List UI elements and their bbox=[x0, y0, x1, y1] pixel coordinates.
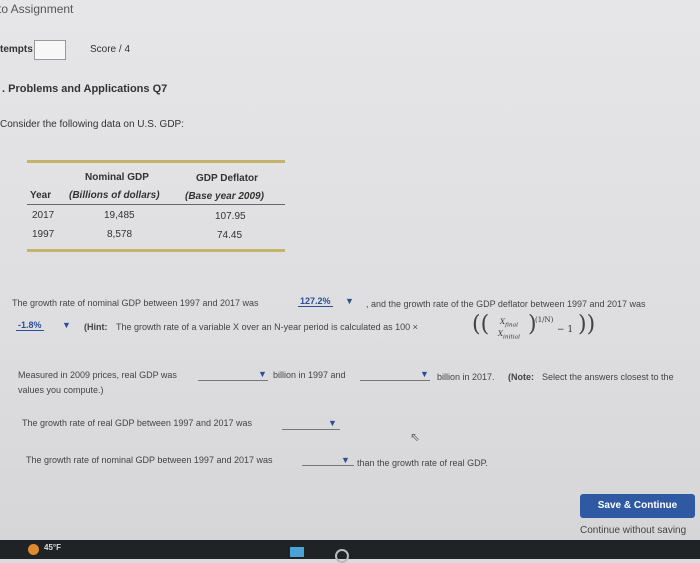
table-cell-year: 1997 bbox=[32, 229, 55, 240]
q3-text: The growth rate of real GDP between 1997… bbox=[22, 418, 252, 428]
assignment-page: to Assignment tempts Score / 4 . Problem… bbox=[0, 0, 700, 540]
mouse-cursor-icon: ⇖ bbox=[410, 430, 421, 444]
table-cell-deflator: 74.45 bbox=[217, 230, 243, 241]
chevron-down-icon[interactable]: ▼ bbox=[62, 320, 71, 330]
temperature-label: 45°F bbox=[44, 543, 61, 552]
real-gdp-2017-dropdown[interactable] bbox=[360, 380, 430, 381]
table-cell-nominal: 19,485 bbox=[104, 210, 135, 221]
col-header-nominal: Nominal GDP bbox=[85, 172, 149, 183]
note-text: Select the answers closest to the bbox=[542, 372, 674, 382]
widgets-icon[interactable] bbox=[290, 547, 304, 557]
back-to-assignment-link[interactable]: to Assignment bbox=[0, 2, 73, 16]
q2-text-a: Measured in 2009 prices, real GDP was bbox=[18, 370, 177, 380]
formula-exponent: (1/N) bbox=[535, 316, 554, 324]
q2-text-d: values you compute.) bbox=[18, 385, 104, 395]
table-cell-year: 2017 bbox=[32, 210, 55, 221]
table-rule-mid bbox=[27, 204, 285, 205]
formula-paren-close: )) bbox=[578, 312, 596, 337]
q4-text-b: than the growth rate of real GDP. bbox=[357, 458, 488, 468]
hint-text: The growth rate of a variable X over an … bbox=[116, 322, 418, 332]
real-gdp-1997-dropdown[interactable] bbox=[198, 380, 268, 381]
chevron-down-icon[interactable]: ▼ bbox=[258, 369, 267, 379]
page-title: . Problems and Applications Q7 bbox=[2, 83, 168, 95]
weather-icon[interactable] bbox=[28, 544, 39, 555]
intro-text: Consider the following data on U.S. GDP: bbox=[0, 119, 184, 130]
col-header-deflator: GDP Deflator bbox=[196, 173, 259, 184]
attempts-box bbox=[34, 40, 66, 60]
q1-text-b: , and the growth rate of the GDP deflato… bbox=[366, 299, 646, 309]
taskbar bbox=[0, 540, 700, 559]
col-subheader-deflator: (Base year 2009) bbox=[185, 191, 264, 202]
table-cell-deflator: 107.95 bbox=[215, 211, 246, 222]
chevron-down-icon[interactable]: ▼ bbox=[420, 369, 429, 379]
q4-text-a: The growth rate of nominal GDP between 1… bbox=[26, 455, 273, 465]
search-icon[interactable] bbox=[335, 549, 349, 563]
table-cell-nominal: 8,578 bbox=[107, 229, 133, 240]
table-rule-bottom bbox=[27, 249, 285, 252]
save-continue-button[interactable]: Save & Continue bbox=[580, 494, 695, 518]
q2-text-c: billion in 2017. bbox=[437, 372, 495, 382]
q1-answer-nominal-dropdown[interactable]: 127.2% bbox=[298, 296, 333, 307]
col-header-year: Year bbox=[30, 190, 52, 201]
chevron-down-icon[interactable]: ▼ bbox=[341, 455, 350, 465]
q2-text-b: billion in 1997 and bbox=[273, 370, 346, 380]
formula-fraction: Xfinal Xinitial bbox=[498, 318, 521, 341]
real-gdp-growth-dropdown[interactable] bbox=[282, 429, 340, 430]
formula-paren-open: (( bbox=[472, 312, 490, 337]
formula-minus-one: − 1 bbox=[557, 325, 574, 335]
hint-label: (Hint: bbox=[84, 322, 108, 332]
q1-text-a: The growth rate of nominal GDP between 1… bbox=[12, 298, 259, 308]
attempts-label: tempts bbox=[0, 44, 33, 55]
table-rule-top bbox=[27, 160, 285, 163]
continue-without-saving-link[interactable]: Continue without saving bbox=[580, 525, 686, 536]
note-label: (Note: bbox=[508, 372, 534, 382]
score-label: Score / 4 bbox=[90, 44, 131, 55]
comparison-dropdown[interactable] bbox=[302, 465, 354, 466]
chevron-down-icon[interactable]: ▼ bbox=[328, 418, 337, 428]
chevron-down-icon[interactable]: ▼ bbox=[345, 296, 354, 306]
q1-answer-deflator-dropdown[interactable]: -1.8% bbox=[16, 320, 44, 331]
col-subheader-nominal: (Billions of dollars) bbox=[69, 190, 160, 201]
